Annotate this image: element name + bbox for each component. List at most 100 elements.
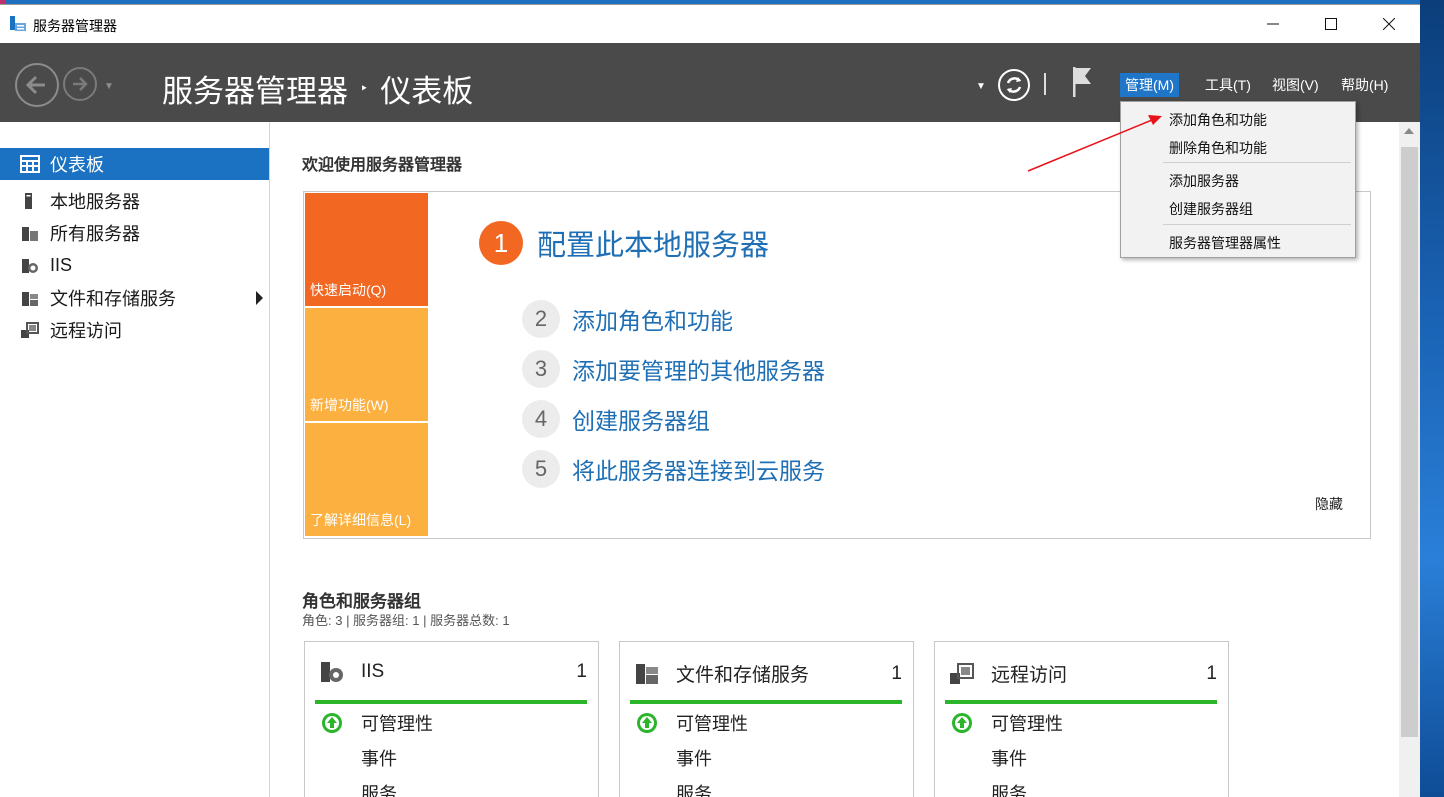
step-link[interactable]: 配置此本地服务器 xyxy=(537,222,769,264)
sidebar-item-all-servers[interactable]: 所有服务器 xyxy=(0,217,269,249)
sidebar-item-local-server[interactable]: 本地服务器 xyxy=(0,185,269,217)
breadcrumb-separator-icon: ‣ xyxy=(360,80,369,97)
menu-separator xyxy=(1163,162,1351,163)
role-card-header[interactable]: 文件和存储服务 1 xyxy=(634,660,902,687)
card-row-services[interactable]: 服务 xyxy=(361,780,397,797)
step-number: 1 xyxy=(479,221,523,265)
step-configure-local-server[interactable]: 1 配置此本地服务器 xyxy=(479,221,769,265)
role-card-count: 1 xyxy=(576,661,587,682)
role-card-file-storage[interactable]: 文件和存储服务 1 可管理性 事件 服务 xyxy=(619,641,914,797)
menu-item-add-servers[interactable]: 添加服务器 xyxy=(1169,171,1239,191)
server-manager-window: 服务器管理器 ▼ 服务器管理器 ‣ 仪表板 ▼ 管理(M) 工具(T) 视图(V… xyxy=(0,4,1420,797)
history-dropdown-icon[interactable]: ▼ xyxy=(104,81,114,92)
menu-tools[interactable]: 工具(T) xyxy=(1200,73,1256,97)
role-card-iis[interactable]: IIS 1 可管理性 事件 服务 xyxy=(304,641,599,797)
forward-arrow-icon xyxy=(73,77,88,91)
maximize-icon xyxy=(1325,18,1337,30)
servers-icon xyxy=(22,227,38,241)
role-card-count: 1 xyxy=(1206,662,1217,684)
menu-help[interactable]: 帮助(H) xyxy=(1336,73,1393,97)
card-row-services[interactable]: 服务 xyxy=(676,780,712,797)
menu-item-properties[interactable]: 服务器管理器属性 xyxy=(1169,233,1281,253)
menu-manage[interactable]: 管理(M) xyxy=(1120,73,1179,97)
breadcrumb-current: 仪表板 xyxy=(380,74,474,110)
role-card-title: IIS xyxy=(361,661,385,682)
card-row-events[interactable]: 事件 xyxy=(361,745,397,771)
step-number: 5 xyxy=(522,450,560,488)
window-title: 服务器管理器 xyxy=(33,18,117,34)
card-row-services[interactable]: 服务 xyxy=(991,780,1027,797)
maximize-button[interactable] xyxy=(1302,5,1360,43)
card-row-events[interactable]: 事件 xyxy=(676,745,712,771)
quick-start-label: 快速启动(Q) xyxy=(310,282,387,298)
desktop-background xyxy=(1420,0,1444,797)
status-ok-icon xyxy=(952,713,972,733)
notifications-flag-icon[interactable] xyxy=(1070,65,1094,99)
minimize-icon xyxy=(1267,23,1279,25)
remote-access-icon xyxy=(950,662,974,684)
breadcrumb-root[interactable]: 服务器管理器 xyxy=(162,66,348,111)
menu-item-remove-roles[interactable]: 删除角色和功能 xyxy=(1169,138,1267,158)
step-connect-cloud[interactable]: 5 将此服务器连接到云服务 xyxy=(522,450,825,488)
breadcrumb: 服务器管理器 ‣ 仪表板 xyxy=(162,66,473,111)
close-button[interactable] xyxy=(1360,5,1418,43)
whats-new-tile[interactable]: 新增功能(W) xyxy=(305,308,428,421)
whats-new-label: 新增功能(W) xyxy=(310,397,389,413)
minimize-button[interactable] xyxy=(1244,5,1302,43)
role-card-header[interactable]: IIS 1 xyxy=(319,660,587,684)
back-button[interactable] xyxy=(15,63,59,107)
status-ok-icon xyxy=(322,713,342,733)
roles-summary: 角色: 3 | 服务器组: 1 | 服务器总数: 1 xyxy=(302,613,510,628)
role-card-title: 远程访问 xyxy=(991,665,1068,686)
card-row-manageability[interactable]: 可管理性 xyxy=(361,710,433,736)
hide-link[interactable]: 隐藏 xyxy=(1315,494,1343,514)
scroll-thumb[interactable] xyxy=(1401,147,1418,737)
status-ok-icon xyxy=(637,713,657,733)
menu-view[interactable]: 视图(V) xyxy=(1267,73,1324,97)
learn-more-label: 了解详细信息(L) xyxy=(310,512,412,528)
sidebar-item-label: 本地服务器 xyxy=(50,192,140,212)
expand-arrow-icon[interactable] xyxy=(256,291,263,305)
step-create-server-group[interactable]: 4 创建服务器组 xyxy=(522,400,710,438)
command-separator xyxy=(1044,73,1046,95)
card-row-manageability[interactable]: 可管理性 xyxy=(676,710,748,736)
menu-item-add-roles[interactable]: 添加角色和功能 xyxy=(1169,110,1267,130)
step-link[interactable]: 创建服务器组 xyxy=(572,402,710,436)
sidebar-item-dashboard[interactable]: 仪表板 xyxy=(0,148,269,180)
iis-icon xyxy=(321,662,343,682)
quick-start-tile[interactable]: 快速启动(Q) xyxy=(305,193,428,306)
card-row-events[interactable]: 事件 xyxy=(991,745,1027,771)
status-bar xyxy=(315,700,587,704)
status-bar xyxy=(945,700,1217,704)
menu-separator xyxy=(1163,224,1351,225)
role-card-count: 1 xyxy=(891,662,902,684)
role-card-remote-access[interactable]: 远程访问 1 可管理性 事件 服务 xyxy=(934,641,1229,797)
sidebar-item-file-storage[interactable]: 文件和存储服务 xyxy=(0,282,269,314)
breadcrumb-dropdown-icon[interactable]: ▼ xyxy=(976,81,986,92)
role-card-header[interactable]: 远程访问 1 xyxy=(949,660,1217,687)
vertical-scrollbar[interactable] xyxy=(1399,122,1420,797)
learn-more-tile[interactable]: 了解详细信息(L) xyxy=(305,423,428,536)
step-link[interactable]: 将此服务器连接到云服务 xyxy=(572,452,825,486)
welcome-title: 欢迎使用服务器管理器 xyxy=(302,157,463,174)
step-link[interactable]: 添加要管理的其他服务器 xyxy=(572,352,825,386)
sidebar-item-iis[interactable]: IIS xyxy=(0,249,269,281)
card-row-manageability[interactable]: 可管理性 xyxy=(991,710,1063,736)
forward-button[interactable] xyxy=(63,67,97,101)
title-bar: 服务器管理器 xyxy=(0,5,1420,43)
sidebar-item-label: IIS xyxy=(50,254,73,275)
scroll-up-icon[interactable] xyxy=(1404,128,1414,134)
step-link[interactable]: 添加角色和功能 xyxy=(572,302,733,336)
menu-item-create-server-group[interactable]: 创建服务器组 xyxy=(1169,199,1253,219)
menu-gutter xyxy=(1121,102,1157,257)
refresh-button[interactable] xyxy=(998,69,1030,101)
step-add-servers[interactable]: 3 添加要管理的其他服务器 xyxy=(522,350,825,388)
role-card-title: 文件和存储服务 xyxy=(676,665,810,686)
dashboard-icon xyxy=(20,155,40,173)
sidebar-item-remote-access[interactable]: 远程访问 xyxy=(0,314,269,346)
file-storage-icon xyxy=(636,663,658,684)
iis-icon xyxy=(22,259,38,273)
server-icon xyxy=(25,193,32,209)
status-bar xyxy=(630,700,902,704)
step-add-roles[interactable]: 2 添加角色和功能 xyxy=(522,300,733,338)
